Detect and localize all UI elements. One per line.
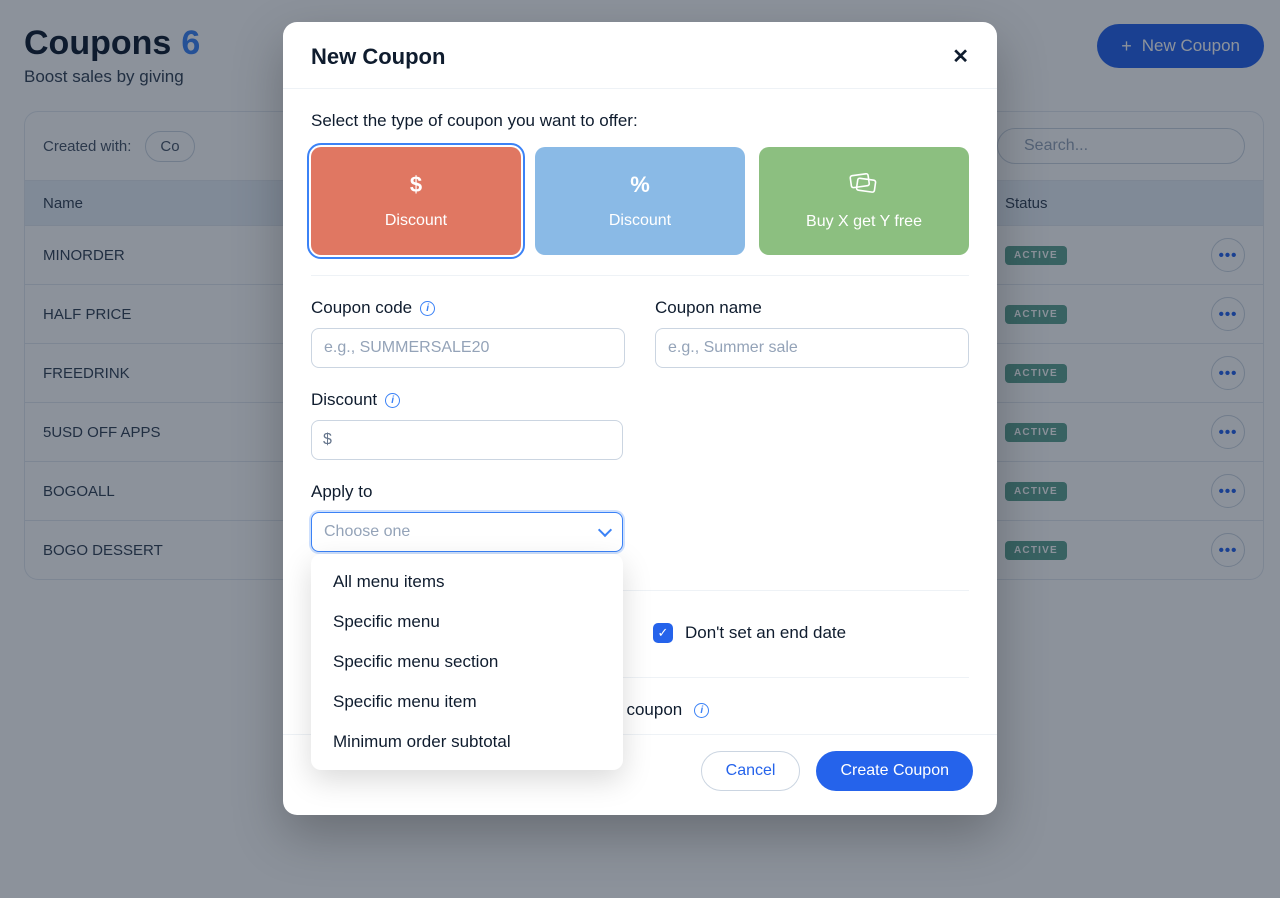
discount-input[interactable] xyxy=(311,420,623,460)
coupon-code-label: Coupon code xyxy=(311,298,412,318)
dropdown-item[interactable]: Specific menu item xyxy=(311,682,623,722)
ticket-icon xyxy=(849,171,879,199)
modal-header: New Coupon ✕ xyxy=(283,22,997,89)
cancel-button[interactable]: Cancel xyxy=(701,751,801,791)
coupon-name-label: Coupon name xyxy=(655,298,762,318)
divider xyxy=(311,275,969,276)
discount-label: Discount xyxy=(311,390,377,410)
new-coupon-modal: New Coupon ✕ Select the type of coupon y… xyxy=(283,22,997,815)
dropdown-item[interactable]: Specific menu xyxy=(311,602,623,642)
no-end-date-checkbox[interactable]: ✓ Don't set an end date xyxy=(653,623,846,643)
apply-to-dropdown: All menu items Specific menu Specific me… xyxy=(311,554,623,770)
type-card-bogo[interactable]: Buy X get Y free xyxy=(759,147,969,255)
type-card-percent[interactable]: % Discount xyxy=(535,147,745,255)
create-coupon-button[interactable]: Create Coupon xyxy=(816,751,973,791)
type-card-dollar[interactable]: $ Discount xyxy=(311,147,521,255)
type-label: Buy X get Y free xyxy=(806,213,922,231)
apply-to-label: Apply to xyxy=(311,482,372,502)
dropdown-item[interactable]: Minimum order subtotal xyxy=(311,722,623,762)
dropdown-item[interactable]: All menu items xyxy=(311,562,623,602)
type-label: Discount xyxy=(385,212,447,230)
no-end-date-label: Don't set an end date xyxy=(685,623,846,643)
modal-title: New Coupon xyxy=(311,44,445,70)
apply-to-placeholder: Choose one xyxy=(324,523,410,541)
percent-icon: % xyxy=(630,172,650,198)
close-icon[interactable]: ✕ xyxy=(952,47,969,67)
apply-to-select[interactable]: Choose one xyxy=(311,512,623,552)
info-icon[interactable]: i xyxy=(694,703,709,718)
info-icon[interactable]: i xyxy=(385,393,400,408)
info-icon[interactable]: i xyxy=(420,301,435,316)
currency-prefix: $ xyxy=(323,431,332,449)
coupon-code-input[interactable] xyxy=(311,328,625,368)
type-prompt: Select the type of coupon you want to of… xyxy=(311,111,969,131)
dollar-icon: $ xyxy=(410,172,422,198)
type-label: Discount xyxy=(609,212,671,230)
chevron-down-icon xyxy=(598,523,612,537)
dropdown-item[interactable]: Specific menu section xyxy=(311,642,623,682)
coupon-name-input[interactable] xyxy=(655,328,969,368)
check-icon: ✓ xyxy=(653,623,673,643)
